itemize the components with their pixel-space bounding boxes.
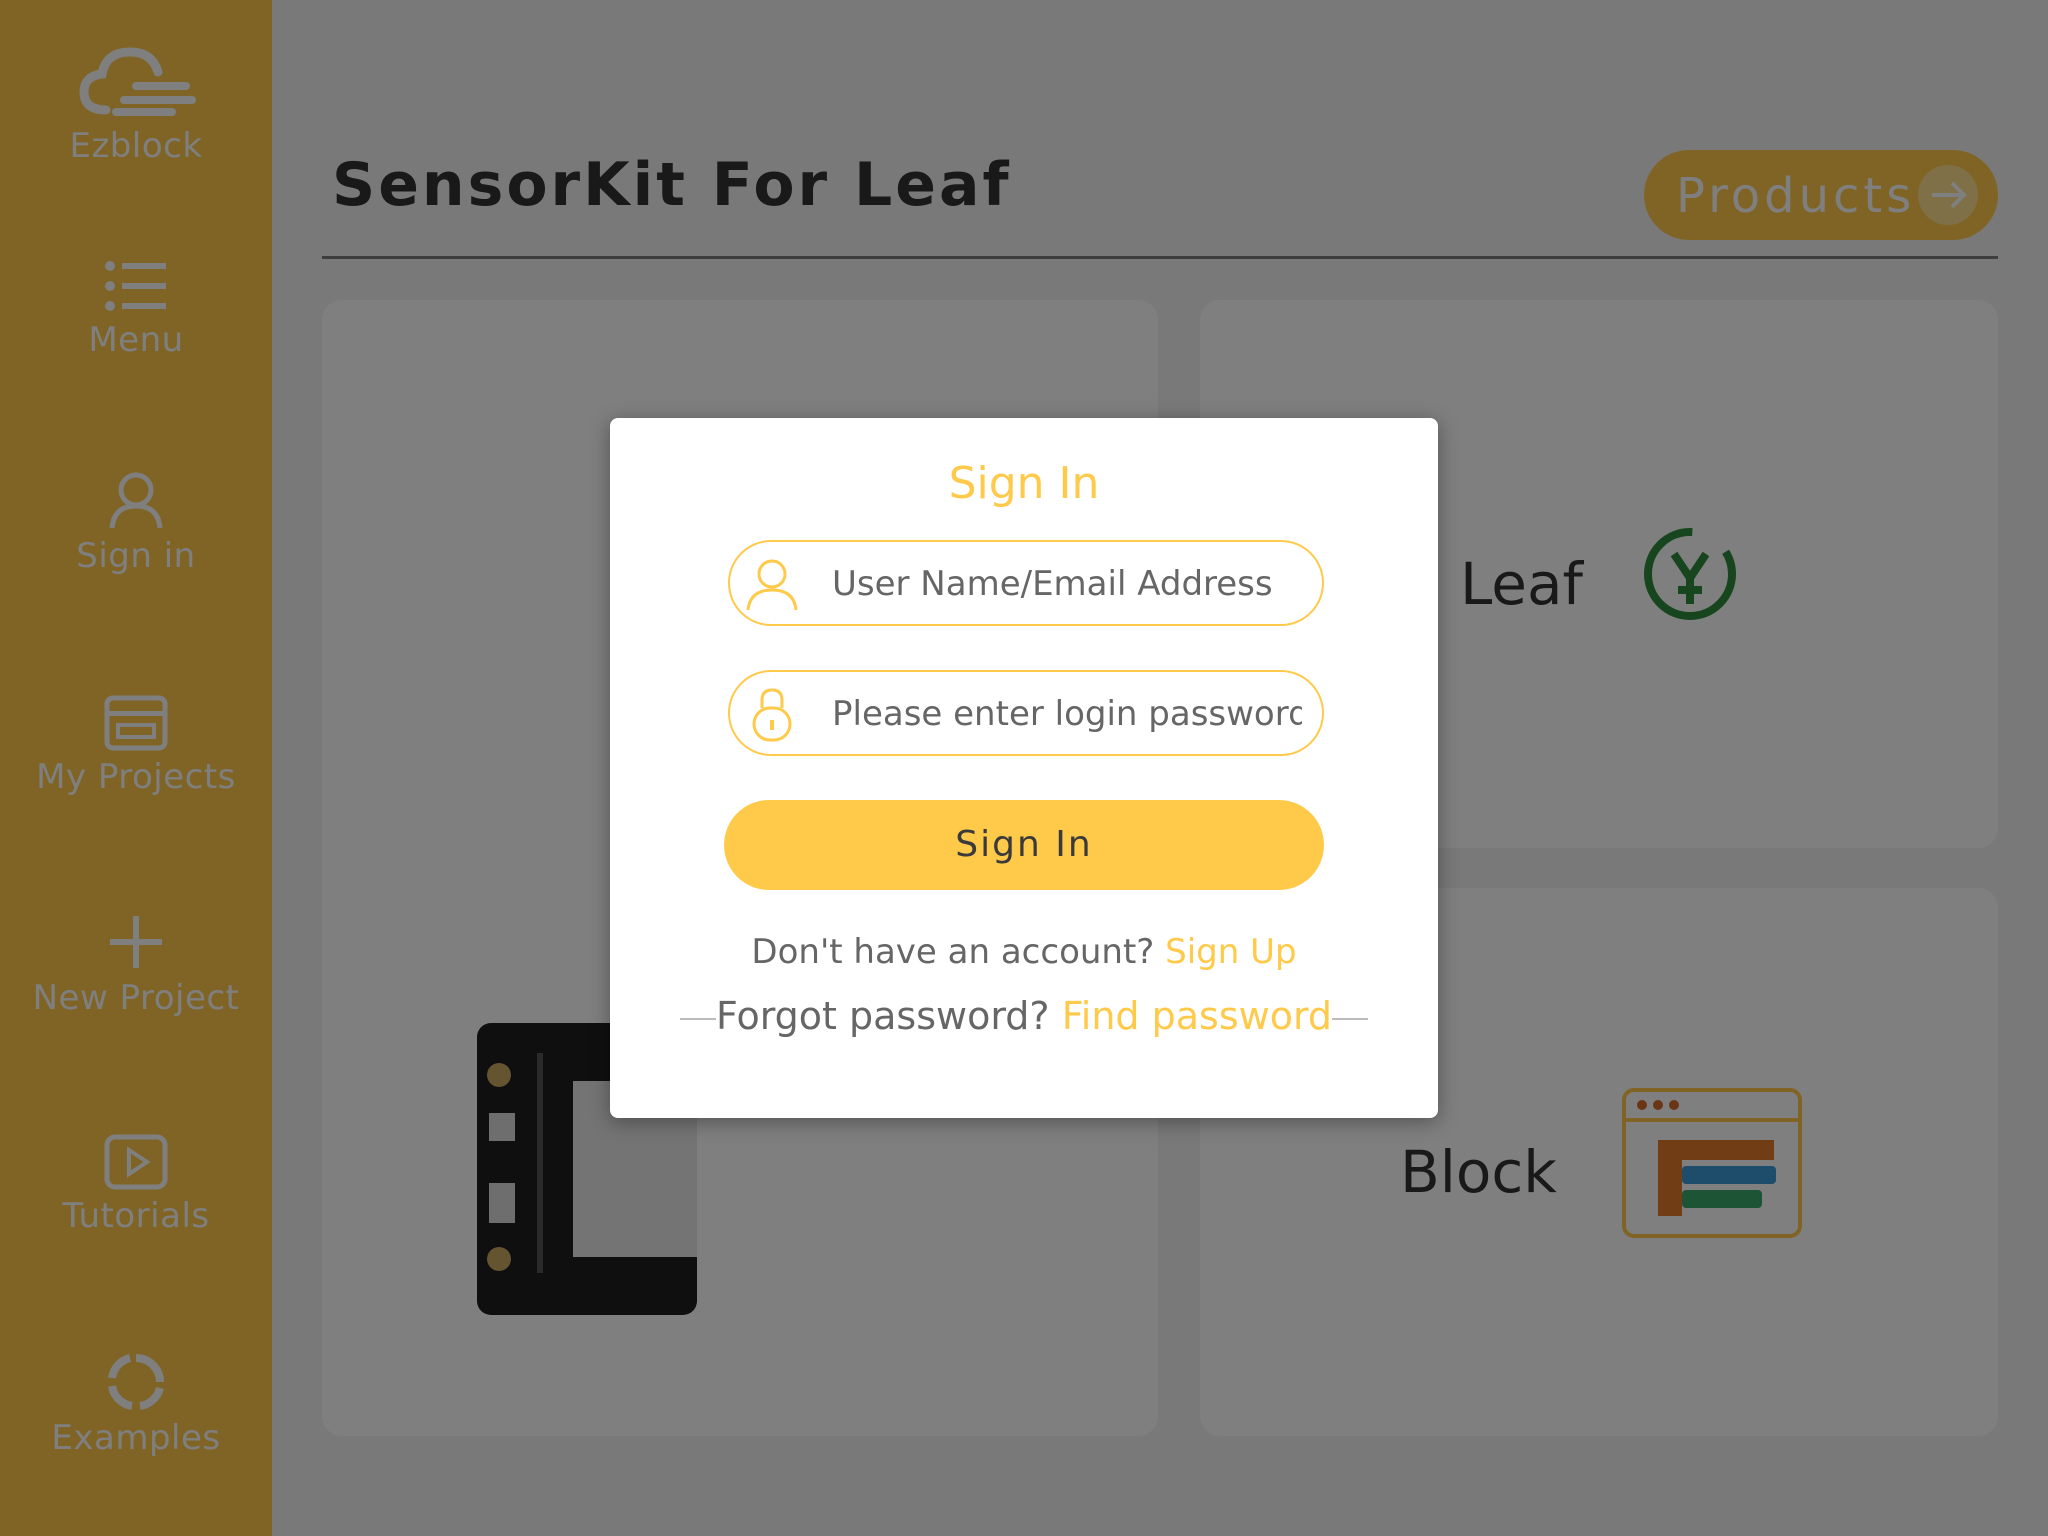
username-field[interactable] [728, 540, 1324, 626]
user-icon [746, 559, 798, 611]
dialog-title: Sign In [948, 458, 1100, 509]
forgot-password-text: Forgot password? [715, 994, 1050, 1038]
sign-in-button[interactable]: Sign In [724, 800, 1324, 890]
no-account-text: Don't have an account? [751, 932, 1155, 972]
sign-in-dialog: Sign In Sign In Don't have an account? S… [610, 418, 1438, 1118]
divider-left [679, 1017, 716, 1020]
password-input[interactable] [830, 684, 1304, 744]
find-password-link[interactable]: Find password [1062, 994, 1332, 1038]
forgot-password-row: Forgot password? Find password [610, 994, 1438, 1038]
lock-icon [752, 688, 792, 742]
username-input[interactable] [830, 554, 1304, 614]
divider-right [1332, 1017, 1369, 1020]
password-field[interactable] [728, 670, 1324, 756]
sign-up-row: Don't have an account? Sign Up [610, 932, 1438, 972]
sign-up-link[interactable]: Sign Up [1165, 932, 1296, 972]
